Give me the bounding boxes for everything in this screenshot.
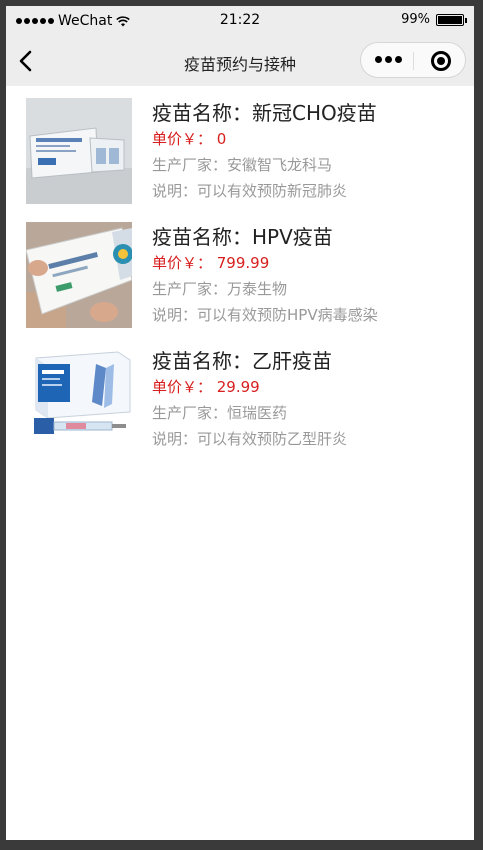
vaccine-price: 单价￥： 799.99 bbox=[152, 254, 270, 272]
vaccine-maker: 生产厂家：安徽智飞龙科马 bbox=[152, 156, 333, 174]
nav-bar: 疫苗预约与接种 bbox=[6, 36, 474, 86]
miniprogram-capsule bbox=[360, 42, 466, 78]
vaccine-info: 疫苗名称：新冠CHO疫苗 单价￥： 0 生产厂家：安徽智飞龙科马 说明：可以有效… bbox=[152, 100, 377, 202]
vaccine-maker: 生产厂家：万泰生物 bbox=[152, 280, 288, 298]
vaccine-name: 疫苗名称：新冠CHO疫苗 bbox=[152, 101, 377, 125]
vaccine-description: 说明：可以有效预防HPV病毒感染 bbox=[152, 306, 378, 324]
close-miniprogram-icon[interactable] bbox=[431, 51, 451, 71]
vaccine-image-hepb bbox=[26, 346, 132, 452]
vaccine-image-hpv bbox=[26, 222, 132, 328]
status-bar: WeChat 21:22 99% bbox=[6, 6, 474, 36]
vaccine-item-hepb[interactable]: 疫苗名称：乙肝疫苗 单价￥： 29.99 生产厂家：恒瑞医药 说明：可以有效预防… bbox=[6, 334, 474, 458]
battery-percent: 99% bbox=[401, 12, 430, 27]
phone-screen: WeChat 21:22 99% 疫苗预约与接种 疫苗名称：新冠CHO疫苗 单价… bbox=[6, 6, 474, 840]
vaccine-maker: 生产厂家：恒瑞医药 bbox=[152, 404, 288, 422]
battery-status: 99% bbox=[401, 12, 467, 27]
vaccine-price: 单价￥： 29.99 bbox=[152, 378, 260, 396]
battery-fill bbox=[438, 15, 462, 24]
vaccine-list: 疫苗名称：新冠CHO疫苗 单价￥： 0 生产厂家：安徽智飞龙科马 说明：可以有效… bbox=[6, 86, 474, 458]
vaccine-description: 说明：可以有效预防新冠肺炎 bbox=[152, 182, 348, 200]
vaccine-description: 说明：可以有效预防乙型肝炎 bbox=[152, 430, 348, 448]
battery-icon bbox=[436, 13, 467, 26]
vaccine-image-cho bbox=[26, 98, 132, 204]
vaccine-item-hpv[interactable]: 疫苗名称：HPV疫苗 单价￥： 799.99 生产厂家：万泰生物 说明：可以有效… bbox=[6, 210, 474, 334]
vaccine-info: 疫苗名称：乙肝疫苗 单价￥： 29.99 生产厂家：恒瑞医药 说明：可以有效预防… bbox=[152, 348, 347, 450]
capsule-divider bbox=[413, 52, 414, 70]
vaccine-name: 疫苗名称：HPV疫苗 bbox=[152, 225, 333, 249]
vaccine-item-cho[interactable]: 疫苗名称：新冠CHO疫苗 单价￥： 0 生产厂家：安徽智飞龙科马 说明：可以有效… bbox=[6, 86, 474, 210]
vaccine-price: 单价￥： 0 bbox=[152, 130, 227, 148]
vaccine-info: 疫苗名称：HPV疫苗 单价￥： 799.99 生产厂家：万泰生物 说明：可以有效… bbox=[152, 224, 378, 326]
vaccine-name: 疫苗名称：乙肝疫苗 bbox=[152, 349, 332, 373]
more-icon[interactable] bbox=[375, 56, 402, 63]
